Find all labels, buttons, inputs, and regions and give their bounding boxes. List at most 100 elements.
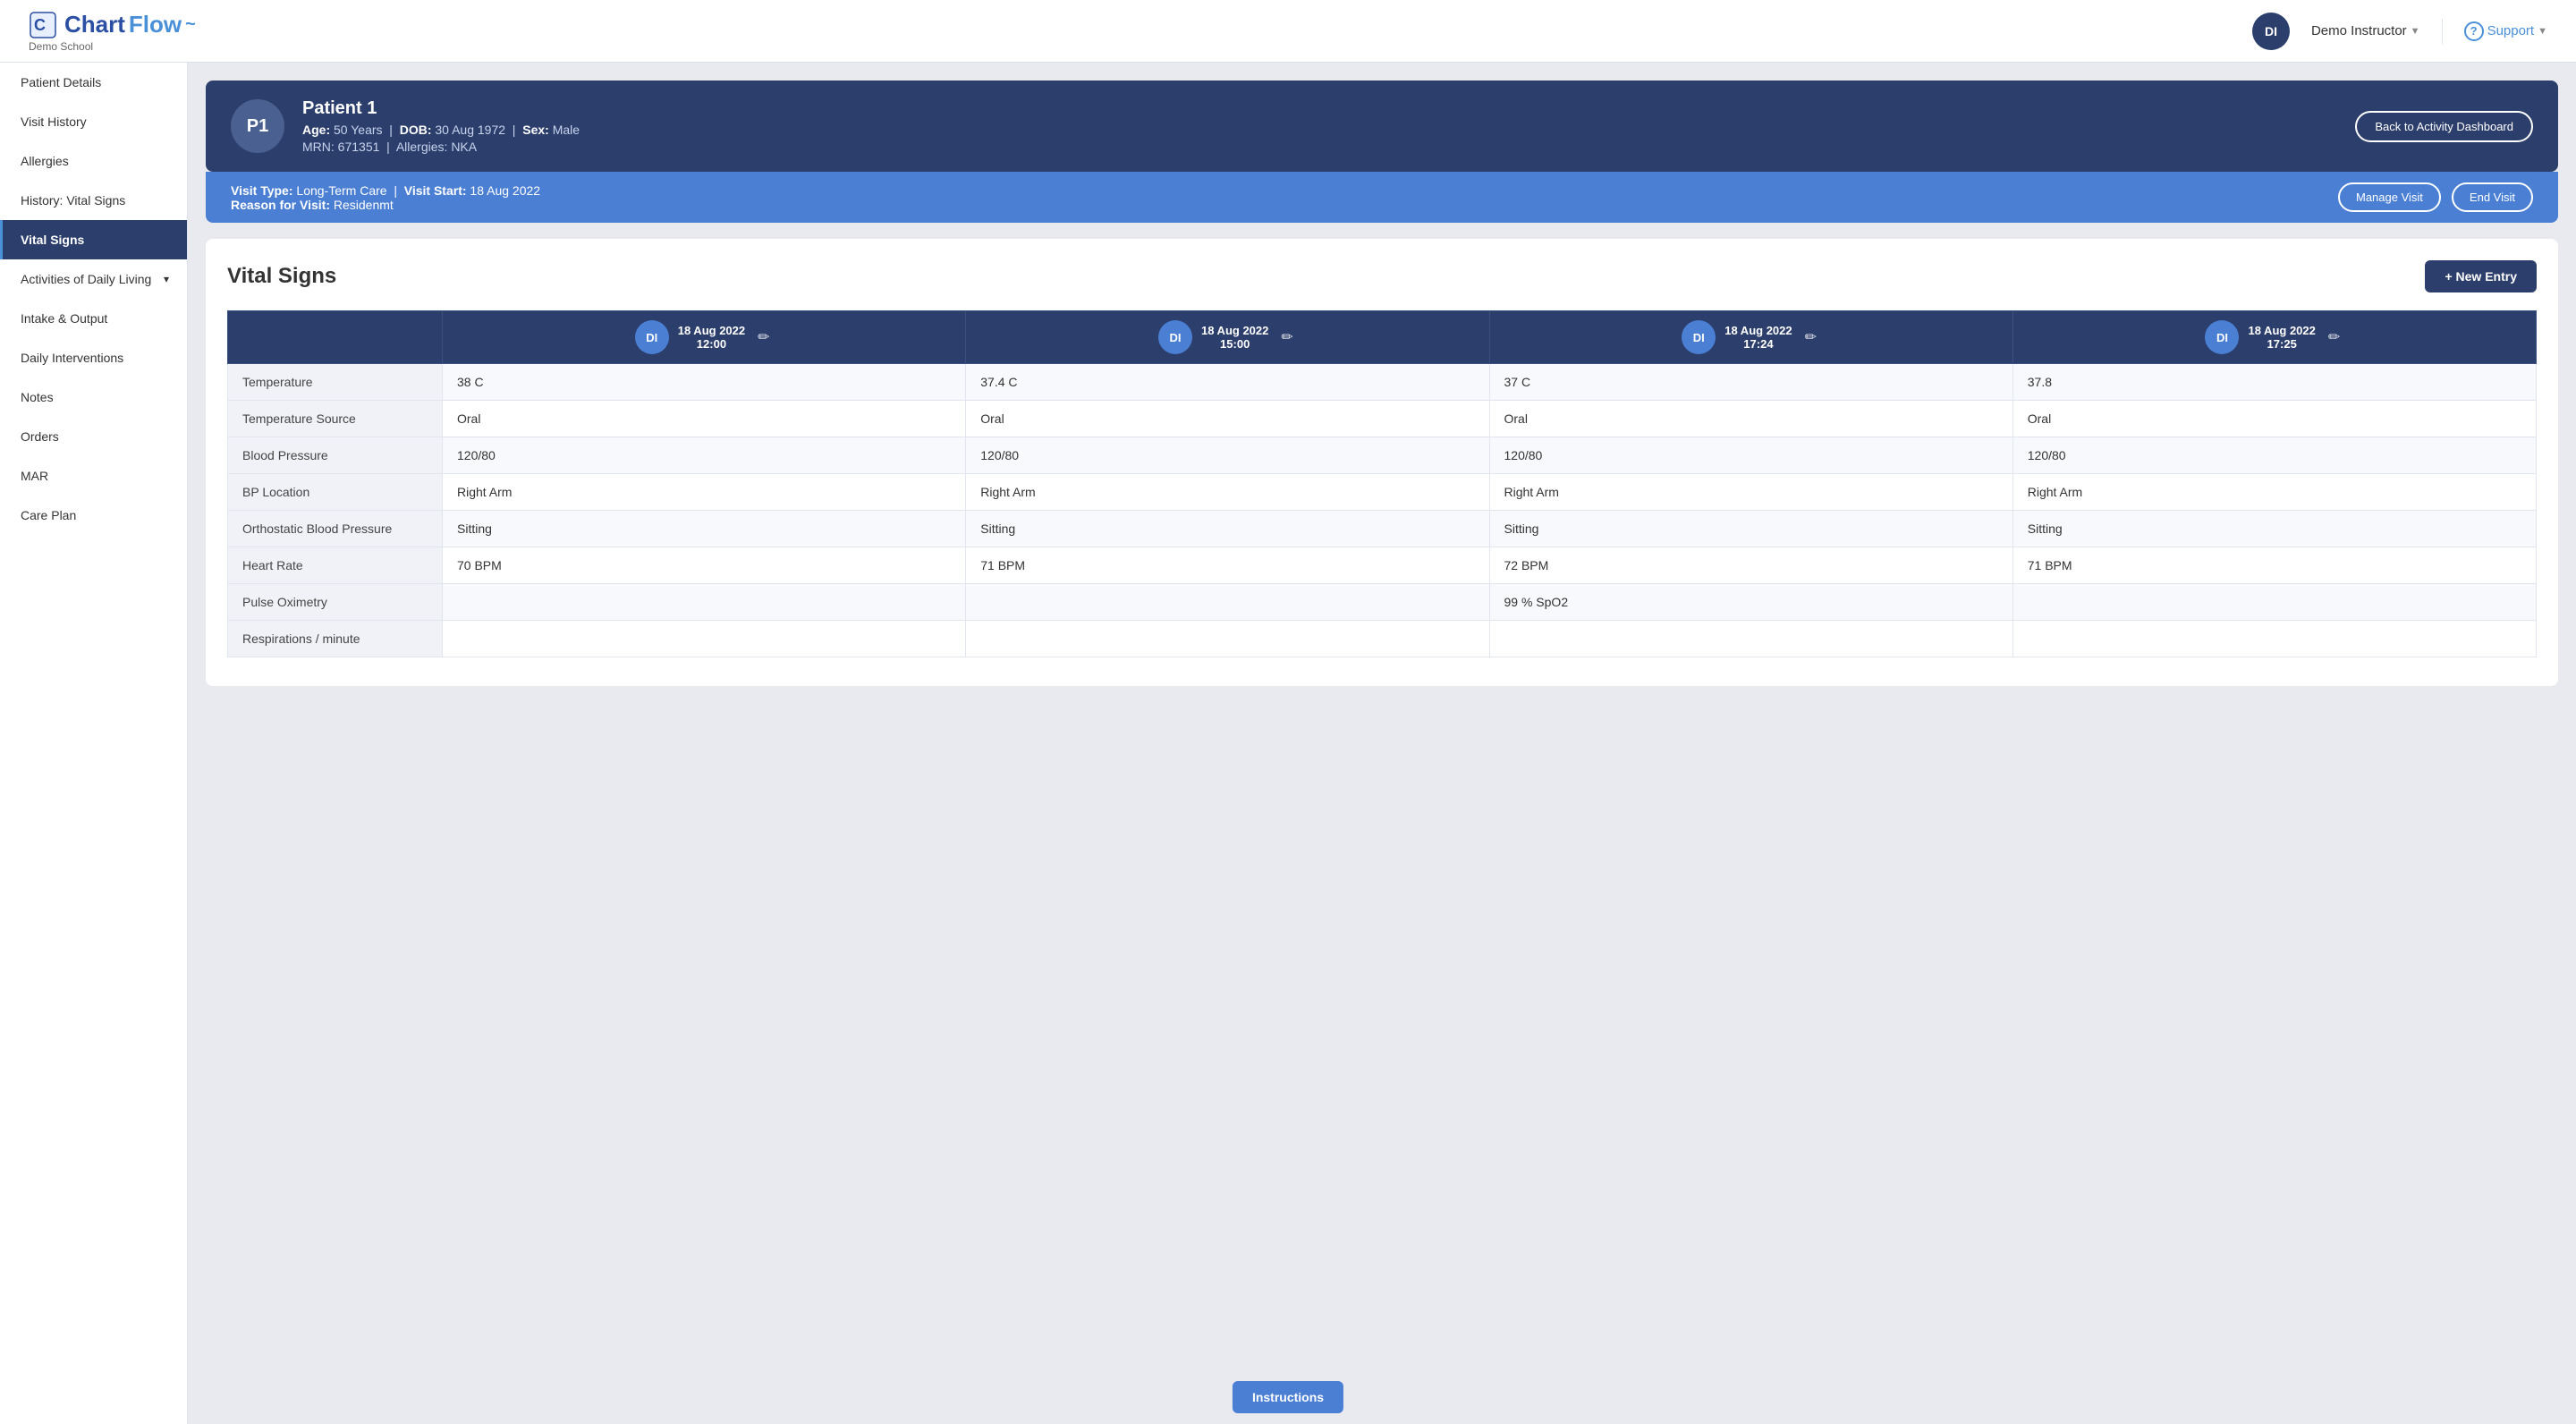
row-value-cell <box>2012 584 2536 621</box>
sidebar-item-label: Activities of Daily Living <box>21 272 151 286</box>
table-header-row: DI 18 Aug 202212:00 ✏ DI 18 Aug 202215:0… <box>228 311 2537 364</box>
sidebar-item-intake-output[interactable]: Intake & Output <box>0 299 187 338</box>
patient-avatar: P1 <box>231 99 284 153</box>
sidebar-item-label: Intake & Output <box>21 311 107 326</box>
empty-header-cell <box>228 311 443 364</box>
row-label-cell: Temperature <box>228 364 443 401</box>
sidebar-item-daily-interventions[interactable]: Daily Interventions <box>0 338 187 377</box>
content-card: Vital Signs + New Entry DI 18 Aug 202212… <box>206 239 2558 686</box>
col-header-4: DI 18 Aug 202217:25 ✏ <box>2012 311 2536 364</box>
row-value-cell: 120/80 <box>443 437 966 474</box>
row-value-cell: 70 BPM <box>443 547 966 584</box>
table-row: Orthostatic Blood PressureSittingSitting… <box>228 511 2537 547</box>
edit-col-4-button[interactable]: ✏ <box>2325 325 2343 350</box>
sex-label: Sex: <box>522 123 549 137</box>
sidebar-item-patient-details[interactable]: Patient Details <box>0 63 187 102</box>
col-header-2: DI 18 Aug 202215:00 ✏ <box>966 311 1489 364</box>
row-label-cell: Pulse Oximetry <box>228 584 443 621</box>
vitals-title: Vital Signs <box>227 264 336 289</box>
edit-col-1-button[interactable]: ✏ <box>754 325 773 350</box>
visit-type-label: Visit Type: <box>231 183 293 198</box>
school-label: Demo School <box>29 40 196 53</box>
sidebar: Patient Details Visit History Allergies … <box>0 63 188 1424</box>
row-value-cell: Sitting <box>966 511 1489 547</box>
sidebar-item-label: Allergies <box>21 154 69 168</box>
support-caret-icon: ▼ <box>2538 26 2547 37</box>
sidebar-item-care-plan[interactable]: Care Plan <box>0 496 187 535</box>
sidebar-item-activities-daily-living[interactable]: Activities of Daily Living ▾ <box>0 259 187 299</box>
visit-info: Visit Type: Long-Term Care | Visit Start… <box>231 183 540 212</box>
patient-mrn: 671351 <box>338 140 380 154</box>
row-value-cell: Oral <box>2012 401 2536 437</box>
patient-mrn-line: MRN: 671351 | Allergies: NKA <box>302 140 580 154</box>
mrn-label: MRN: <box>302 140 335 154</box>
row-value-cell: 120/80 <box>1489 437 2012 474</box>
row-value-cell: Oral <box>1489 401 2012 437</box>
col-header-3: DI 18 Aug 202217:24 ✏ <box>1489 311 2012 364</box>
main-content: P1 Patient 1 Age: 50 Years | DOB: 30 Aug… <box>188 63 2576 1424</box>
reason-label: Reason for Visit: <box>231 198 330 212</box>
col-date-1: 18 Aug 202212:00 <box>678 324 745 351</box>
row-value-cell: 71 BPM <box>2012 547 2536 584</box>
sidebar-item-label: Daily Interventions <box>21 351 123 365</box>
back-to-dashboard-button[interactable]: Back to Activity Dashboard <box>2355 111 2533 142</box>
sidebar-item-label: Care Plan <box>21 508 76 522</box>
sidebar-item-label: Vital Signs <box>21 233 84 247</box>
logo-wave: ~ <box>185 14 196 35</box>
sidebar-item-orders[interactable]: Orders <box>0 417 187 456</box>
row-value-cell: 120/80 <box>966 437 1489 474</box>
row-label-cell: Heart Rate <box>228 547 443 584</box>
row-value-cell: 37 C <box>1489 364 2012 401</box>
visit-bar: Visit Type: Long-Term Care | Visit Start… <box>206 172 2558 223</box>
sidebar-item-vital-signs[interactable]: Vital Signs <box>0 220 187 259</box>
visit-start-label: Visit Start: <box>404 183 467 198</box>
row-value-cell: Right Arm <box>443 474 966 511</box>
col-date-3: 18 Aug 202217:24 <box>1724 324 1792 351</box>
patient-allergies: NKA <box>451 140 477 154</box>
di-badge-3: DI <box>1682 320 1716 354</box>
row-label-cell: Respirations / minute <box>228 621 443 657</box>
sidebar-item-visit-history[interactable]: Visit History <box>0 102 187 141</box>
table-row: Blood Pressure120/80120/80120/80120/80 <box>228 437 2537 474</box>
row-value-cell: 120/80 <box>2012 437 2536 474</box>
row-value-cell: 38 C <box>443 364 966 401</box>
col-date-4: 18 Aug 202217:25 <box>2248 324 2315 351</box>
sidebar-item-notes[interactable]: Notes <box>0 377 187 417</box>
logo-icon: C <box>29 11 57 39</box>
row-value-cell <box>2012 621 2536 657</box>
row-value-cell <box>443 621 966 657</box>
table-row: Temperature38 C37.4 C37 C37.8 <box>228 364 2537 401</box>
new-entry-button[interactable]: + New Entry <box>2425 260 2537 292</box>
table-row: Respirations / minute <box>228 621 2537 657</box>
manage-visit-button[interactable]: Manage Visit <box>2338 182 2441 212</box>
instructions-button[interactable]: Instructions <box>1233 1381 1343 1413</box>
sidebar-item-mar[interactable]: MAR <box>0 456 187 496</box>
sidebar-item-history-vital-signs[interactable]: History: Vital Signs <box>0 181 187 220</box>
table-row: BP LocationRight ArmRight ArmRight ArmRi… <box>228 474 2537 511</box>
sidebar-item-label: History: Vital Signs <box>21 193 125 208</box>
age-label: Age: <box>302 123 330 137</box>
instructions-wrapper: Instructions <box>1222 1370 1354 1424</box>
row-value-cell: 37.8 <box>2012 364 2536 401</box>
header-right: DI Demo Instructor ▼ ? Support ▼ <box>2252 13 2547 50</box>
patient-info-group: P1 Patient 1 Age: 50 Years | DOB: 30 Aug… <box>231 98 580 154</box>
row-value-cell: 99 % SpO2 <box>1489 584 2012 621</box>
support-icon: ? <box>2464 21 2484 41</box>
user-caret-icon: ▼ <box>2411 26 2420 37</box>
sidebar-item-label: Patient Details <box>21 75 101 89</box>
col-header-1: DI 18 Aug 202212:00 ✏ <box>443 311 966 364</box>
sidebar-item-allergies[interactable]: Allergies <box>0 141 187 181</box>
col-date-2: 18 Aug 202215:00 <box>1201 324 1268 351</box>
support-link[interactable]: ? Support ▼ <box>2464 21 2547 41</box>
header-divider <box>2442 19 2443 44</box>
row-value-cell <box>443 584 966 621</box>
table-row: Heart Rate70 BPM71 BPM72 BPM71 BPM <box>228 547 2537 584</box>
edit-col-3-button[interactable]: ✏ <box>1801 325 1820 350</box>
edit-col-2-button[interactable]: ✏ <box>1277 325 1296 350</box>
user-avatar: DI <box>2252 13 2290 50</box>
user-name-dropdown[interactable]: Demo Instructor ▼ <box>2311 23 2420 38</box>
table-row: Pulse Oximetry 99 % SpO2 <box>228 584 2537 621</box>
end-visit-button[interactable]: End Visit <box>2452 182 2533 212</box>
visit-start-value: 18 Aug 2022 <box>470 183 540 198</box>
logo-chart: Chart <box>64 11 125 38</box>
